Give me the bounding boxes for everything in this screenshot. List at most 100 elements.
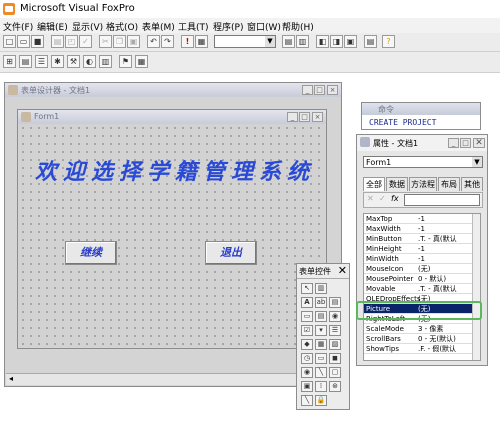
- minimize-icon[interactable]: _: [287, 112, 298, 122]
- shape-tool-icon[interactable]: ▢: [329, 367, 341, 378]
- set-tab-order-icon[interactable]: ⊞: [3, 55, 16, 68]
- view-window-icon[interactable]: ▥: [296, 35, 309, 48]
- object-combo[interactable]: Form1 ▼: [363, 156, 483, 168]
- minimize-icon[interactable]: _: [448, 138, 459, 148]
- image-tool-icon[interactable]: ▨: [329, 339, 341, 350]
- print-preview-icon[interactable]: ◰: [65, 35, 78, 48]
- tab-data[interactable]: 数据: [386, 177, 408, 191]
- ole-bound-tool-icon[interactable]: ◉: [301, 367, 313, 378]
- command-window[interactable]: 命令 CREATE PROJECT: [361, 102, 481, 130]
- container-tool-icon[interactable]: ▣: [301, 381, 313, 392]
- property-row[interactable]: MinWidth -1: [364, 254, 480, 264]
- exit-button[interactable]: 退出: [205, 241, 257, 265]
- menu-tools[interactable]: 工具(T): [178, 20, 209, 33]
- separator-tool-icon[interactable]: ⁞: [315, 381, 327, 392]
- close-icon[interactable]: ×: [312, 112, 323, 122]
- properties-scrollbar[interactable]: [472, 214, 480, 360]
- maximize-icon[interactable]: □: [460, 138, 471, 148]
- property-value-input[interactable]: [404, 194, 480, 206]
- open-file-icon[interactable]: ▭: [17, 35, 30, 48]
- maximize-icon[interactable]: □: [314, 85, 325, 95]
- menu-program[interactable]: 程序(P): [213, 20, 243, 33]
- menu-help[interactable]: 帮助(H): [282, 20, 314, 33]
- form1-window[interactable]: Form1 _ □ × 欢迎选择学籍管理系统 继续 退出: [17, 109, 327, 349]
- report-wizard-icon[interactable]: ◨: [330, 35, 343, 48]
- autoform-icon[interactable]: ▣: [344, 35, 357, 48]
- menu-form[interactable]: 表单(M): [142, 20, 175, 33]
- ole-container-tool-icon[interactable]: ◼: [329, 353, 341, 364]
- select-pointer-icon[interactable]: ↖: [301, 283, 313, 294]
- cut-icon[interactable]: ✂: [99, 35, 112, 48]
- spellcheck-icon[interactable]: ✓: [79, 35, 92, 48]
- form-controls-toolbar-icon[interactable]: ⚒: [67, 55, 80, 68]
- autoformat-icon[interactable]: ▦: [135, 55, 148, 68]
- property-row[interactable]: MouseIcon (无): [364, 264, 480, 274]
- spinner-tool-icon[interactable]: ◆: [301, 339, 313, 350]
- maximize-icon[interactable]: □: [299, 112, 310, 122]
- view-classes-icon[interactable]: ▥: [315, 283, 327, 294]
- editbox-tool-icon[interactable]: ▤: [329, 297, 341, 308]
- grid-tool-icon[interactable]: ▦: [315, 339, 327, 350]
- property-row[interactable]: MaxTop -1: [364, 214, 480, 224]
- properties-window-icon[interactable]: ☰: [35, 55, 48, 68]
- modify-form-icon[interactable]: ▦: [195, 35, 208, 48]
- property-row[interactable]: MinButton .T. - 真(默认: [364, 234, 480, 244]
- data-environment-icon[interactable]: ▤: [19, 55, 32, 68]
- line-tool-icon[interactable]: ╲: [315, 367, 327, 378]
- menu-window[interactable]: 窗口(W): [247, 20, 281, 33]
- form-canvas[interactable]: 欢迎选择学籍管理系统 继续 退出: [19, 124, 325, 347]
- command-text[interactable]: CREATE PROJECT: [369, 118, 436, 127]
- property-row[interactable]: MousePointer 0 - 默认): [364, 274, 480, 284]
- undo-icon[interactable]: ↶: [147, 35, 160, 48]
- command-window-icon[interactable]: ▤: [282, 35, 295, 48]
- help-icon[interactable]: ?: [382, 35, 395, 48]
- property-row[interactable]: MinHeight -1: [364, 244, 480, 254]
- property-row[interactable]: MaxWidth -1: [364, 224, 480, 234]
- database-combo[interactable]: ▼: [214, 35, 276, 48]
- cancel-icon[interactable]: ✕: [367, 194, 374, 203]
- redo-icon[interactable]: ↷: [161, 35, 174, 48]
- welcome-label[interactable]: 欢迎选择学籍管理系统: [35, 154, 315, 186]
- property-row[interactable]: ScrollBars 0 - 无(默认): [364, 334, 480, 344]
- color-palette-icon[interactable]: ◐: [83, 55, 96, 68]
- builder-lock-icon[interactable]: ╲: [301, 395, 313, 406]
- listbox-tool-icon[interactable]: ☰: [329, 325, 341, 336]
- layout-toolbar-icon[interactable]: ▥: [99, 55, 112, 68]
- continue-button[interactable]: 继续: [65, 241, 117, 265]
- hyperlink-tool-icon[interactable]: ⊛: [329, 381, 341, 392]
- tab-all[interactable]: 全部: [363, 177, 385, 191]
- textbox-tool-icon[interactable]: ab: [315, 297, 327, 308]
- tab-layout[interactable]: 布局: [438, 177, 460, 191]
- tab-other[interactable]: 其他: [461, 177, 483, 191]
- property-row[interactable]: ShowTips .F. - 假(默认: [364, 344, 480, 354]
- function-icon[interactable]: fx: [391, 194, 399, 203]
- menu-file[interactable]: 文件(F): [3, 20, 33, 33]
- form-wizard-icon[interactable]: ◧: [316, 35, 329, 48]
- tab-methods[interactable]: 方法程: [409, 177, 437, 191]
- autoreport-icon[interactable]: ▤: [364, 35, 377, 48]
- combobox-tool-icon[interactable]: ▾: [315, 325, 327, 336]
- button-lock-icon[interactable]: 🔒: [315, 395, 327, 406]
- close-icon[interactable]: ✕: [473, 138, 485, 148]
- property-row[interactable]: Movable .T. - 真(默认: [364, 284, 480, 294]
- command-button-tool-icon[interactable]: ▭: [301, 311, 313, 322]
- accept-icon[interactable]: ✓: [379, 194, 386, 203]
- property-row[interactable]: ScaleMode 3 - 像素: [364, 324, 480, 334]
- menu-edit[interactable]: 编辑(E): [37, 20, 68, 33]
- pageframe-tool-icon[interactable]: ▭: [315, 353, 327, 364]
- new-file-icon[interactable]: □: [3, 35, 16, 48]
- code-window-icon[interactable]: ✱: [51, 55, 64, 68]
- close-icon[interactable]: ×: [327, 85, 338, 95]
- close-icon[interactable]: ✕: [338, 264, 347, 277]
- menu-view[interactable]: 显示(V): [72, 20, 103, 33]
- print-icon[interactable]: ▤: [51, 35, 64, 48]
- paste-icon[interactable]: ▣: [127, 35, 140, 48]
- command-group-tool-icon[interactable]: ▤: [315, 311, 327, 322]
- form-builder-icon[interactable]: ⚑: [119, 55, 132, 68]
- menu-format[interactable]: 格式(O): [106, 20, 138, 33]
- copy-icon[interactable]: ❐: [113, 35, 126, 48]
- minimize-icon[interactable]: _: [302, 85, 313, 95]
- checkbox-tool-icon[interactable]: ☑: [301, 325, 313, 336]
- timer-tool-icon[interactable]: ◷: [301, 353, 313, 364]
- option-group-tool-icon[interactable]: ◉: [329, 311, 341, 322]
